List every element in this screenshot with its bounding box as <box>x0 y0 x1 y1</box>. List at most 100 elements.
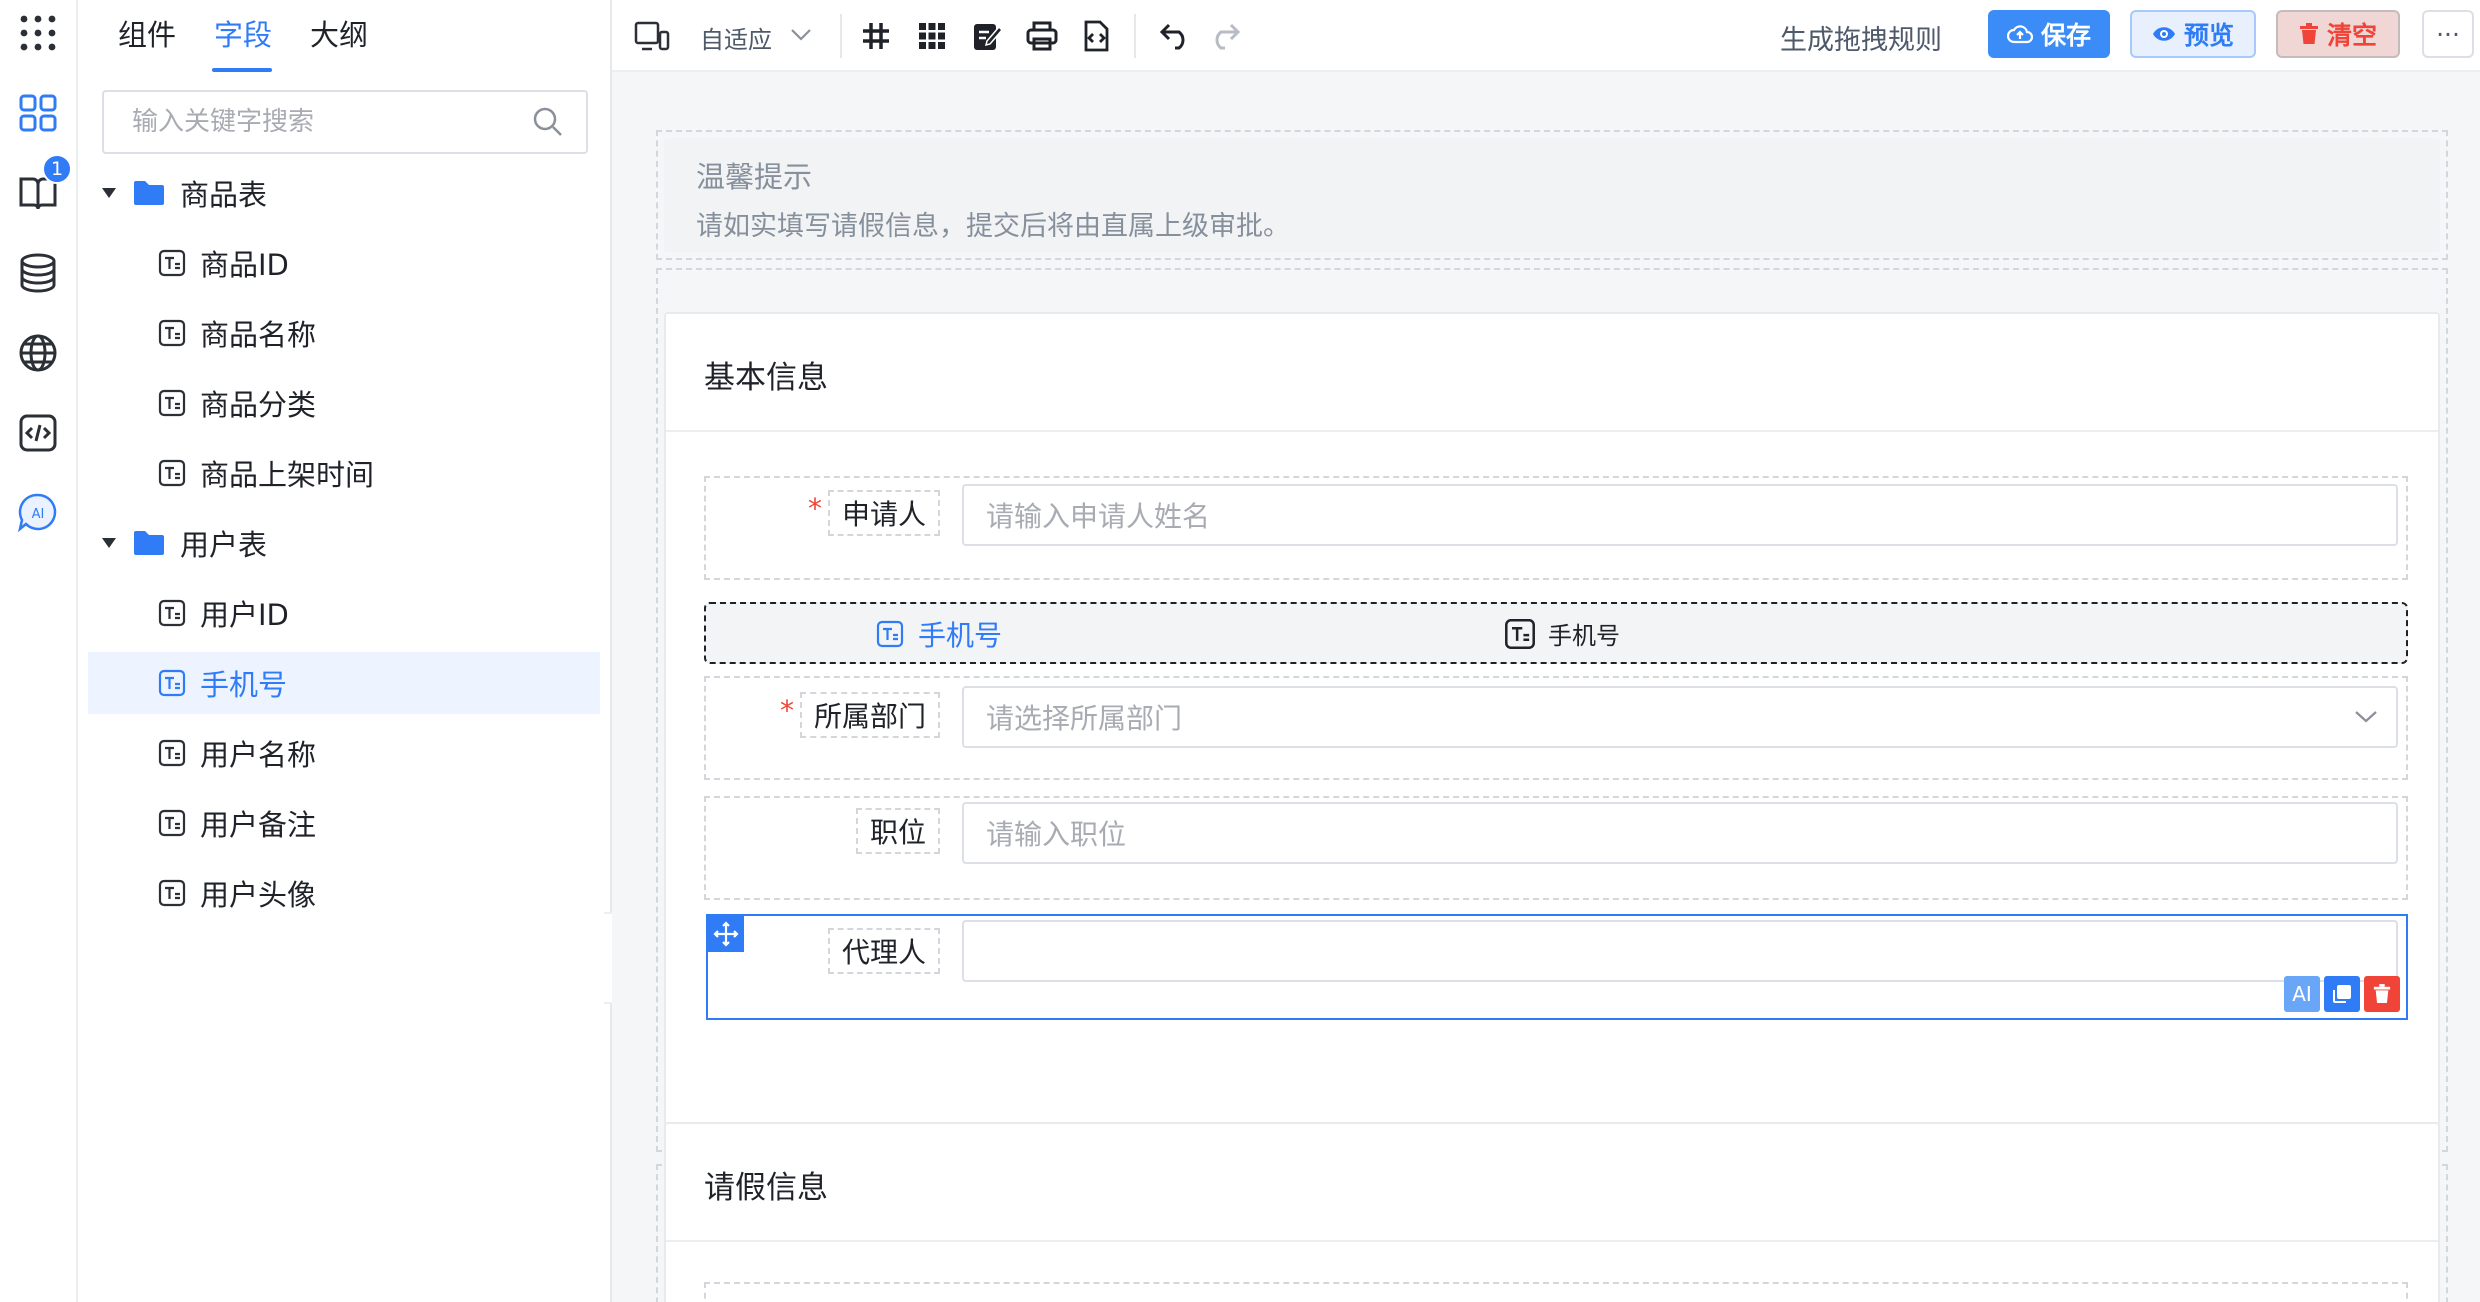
drag-cursor-label: 手机号 <box>1548 622 1620 650</box>
folder-icon <box>132 529 166 557</box>
tree-group-label: 商品表 <box>180 178 268 212</box>
app-menu-icon[interactable] <box>17 12 59 54</box>
section-divider <box>666 1240 2438 1242</box>
agent-input[interactable] <box>962 920 2398 982</box>
tree-field-row[interactable]: 用户头像 <box>158 862 316 924</box>
generate-drag-rule-button[interactable]: 生成拖拽规则 <box>1780 18 1942 57</box>
layout-blocks-icon[interactable] <box>912 16 952 56</box>
folder-icon <box>132 179 166 207</box>
code-icon[interactable] <box>17 412 59 454</box>
text-field-icon <box>876 620 904 648</box>
save-button[interactable]: 保存 <box>1988 10 2110 58</box>
caret-down-icon[interactable] <box>100 186 118 200</box>
clear-label: 清空 <box>2326 21 2377 50</box>
tab-fields[interactable]: 字段 <box>214 12 272 54</box>
text-field-icon <box>158 739 186 767</box>
component-grid-icon[interactable] <box>17 92 59 134</box>
text-field-icon <box>158 319 186 347</box>
toolbar-divider <box>840 14 842 58</box>
search-icon[interactable] <box>532 106 564 138</box>
notification-badge: 1 <box>42 154 72 184</box>
tree-field-label: 商品名称 <box>200 318 317 352</box>
cloud-upload-icon <box>2006 24 2041 44</box>
dragged-field-label: 手机号 <box>918 619 1003 652</box>
drop-placeholder[interactable]: 手机号 手机号 <box>704 602 2408 664</box>
tree-field-label: 商品分类 <box>200 388 317 422</box>
text-field-icon <box>158 669 186 697</box>
delete-button[interactable] <box>2364 976 2400 1012</box>
tab-outline[interactable]: 大纲 <box>310 12 368 54</box>
tree-field-label: 用户名称 <box>200 738 317 772</box>
department-label: 所属部门 <box>800 692 940 738</box>
trash-icon <box>2299 23 2327 45</box>
tree-field-row[interactable]: 商品ID <box>158 232 289 294</box>
tree-field-row[interactable]: 用户ID <box>158 582 289 644</box>
undo-icon[interactable] <box>1156 16 1196 56</box>
tree-field-label: 用户头像 <box>200 878 317 912</box>
print-icon[interactable] <box>1022 16 1062 56</box>
section-title: 基本信息 <box>704 360 828 396</box>
notice-box: 温馨提示 请如实填写请假信息，提交后将由直属上级审批。 <box>664 138 2440 252</box>
tree-field-row[interactable]: 用户名称 <box>158 722 316 784</box>
move-icon <box>713 921 739 947</box>
section-divider <box>666 430 2438 432</box>
toolbar: 自适应 生成拖拽规则 保存 预览 清空 ··· <box>612 0 2480 72</box>
position-input[interactable]: 请输入职位 <box>962 802 2398 864</box>
tree-field-label: 用户备注 <box>200 808 317 842</box>
drag-cursor-tag: 手机号 <box>1504 616 1620 651</box>
redo-icon[interactable] <box>1204 16 1244 56</box>
move-handle[interactable] <box>708 916 744 952</box>
ai-chat-icon[interactable]: AI <box>17 492 59 534</box>
chevron-down-icon[interactable] <box>790 28 812 42</box>
ai-label: AI <box>2292 982 2312 1006</box>
tree-group-users[interactable]: 用户表 <box>100 512 580 574</box>
tree-field-row-selected[interactable]: 手机号 <box>88 652 600 714</box>
text-field-icon <box>158 879 186 907</box>
preview-label: 预览 <box>2183 21 2234 50</box>
notice-wrapper: 温馨提示 请如实填写请假信息，提交后将由直属上级审批。 <box>656 130 2448 260</box>
notice-text: 请如实填写请假信息，提交后将由直属上级审批。 <box>696 211 1290 242</box>
required-mark: * <box>808 492 822 525</box>
globe-icon[interactable] <box>17 332 59 374</box>
ai-assist-button[interactable]: AI <box>2284 976 2320 1012</box>
trash-icon <box>2373 984 2391 1004</box>
tree-field-row[interactable]: 商品分类 <box>158 372 316 434</box>
edit-note-icon[interactable] <box>968 16 1008 56</box>
caret-down-icon[interactable] <box>100 536 118 550</box>
position-label: 职位 <box>856 808 940 854</box>
notice-title: 温馨提示 <box>696 160 813 194</box>
section-title: 请假信息 <box>704 1170 828 1206</box>
leave-info-card: 请假信息 <box>664 1122 2440 1302</box>
more-button[interactable]: ··· <box>2422 10 2474 58</box>
save-label: 保存 <box>2040 21 2091 50</box>
preview-button[interactable]: 预览 <box>2130 10 2256 58</box>
tree-field-row[interactable]: 商品名称 <box>158 302 316 364</box>
clear-button[interactable]: 清空 <box>2276 10 2400 58</box>
copy-icon <box>2331 983 2353 1005</box>
database-icon[interactable] <box>17 252 59 294</box>
responsive-mode-select[interactable]: 自适应 <box>700 20 772 55</box>
copy-button[interactable] <box>2324 976 2360 1012</box>
device-icon[interactable] <box>632 16 672 56</box>
tab-components[interactable]: 组件 <box>118 12 176 54</box>
form-item-partial <box>704 1282 2408 1302</box>
tree-field-label: 手机号 <box>200 668 288 702</box>
grid-hash-icon[interactable] <box>856 16 896 56</box>
tree-field-label: 用户ID <box>200 598 289 632</box>
eye-icon <box>2152 25 2184 43</box>
department-select[interactable]: 请选择所属部门 <box>962 686 2398 748</box>
text-field-icon <box>1504 618 1536 650</box>
tree-group-label: 用户表 <box>180 528 268 562</box>
tree-group-products[interactable]: 商品表 <box>100 162 580 224</box>
field-panel: 组件 字段 大纲 商品表 商品ID 商品名称 商品分类 商品上架时间 用户表 用… <box>80 0 612 1302</box>
text-field-icon <box>158 249 186 277</box>
search-input[interactable] <box>104 92 524 152</box>
tree-field-row[interactable]: 用户备注 <box>158 792 316 854</box>
search-box <box>102 90 588 154</box>
department-placeholder: 请选择所属部门 <box>986 702 1183 735</box>
tree-field-row[interactable]: 商品上架时间 <box>158 442 374 504</box>
text-field-icon <box>158 389 186 417</box>
applicant-input[interactable]: 请输入申请人姓名 <box>962 484 2398 546</box>
icon-rail: 1 AI <box>0 0 78 1302</box>
code-document-icon[interactable] <box>1076 16 1116 56</box>
